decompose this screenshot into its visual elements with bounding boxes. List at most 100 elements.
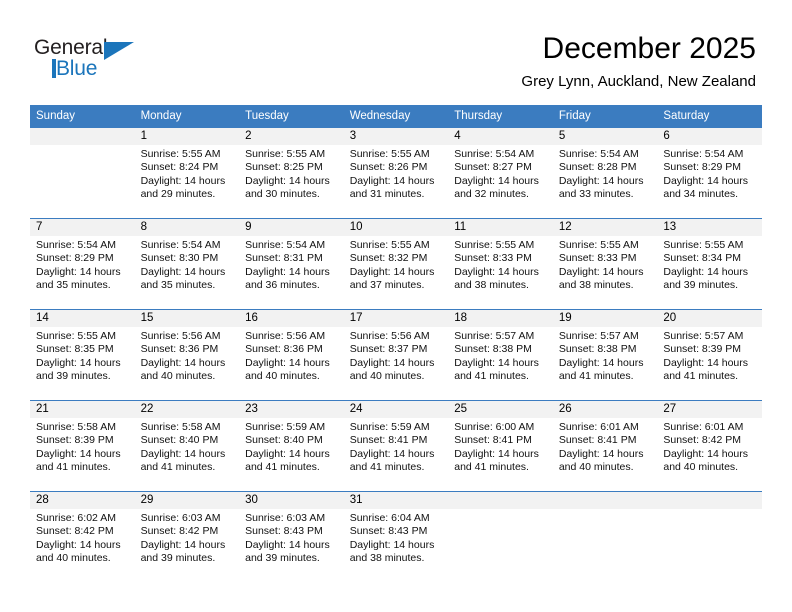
title-block: December 2025 Grey Lynn, Auckland, New Z… bbox=[521, 30, 756, 92]
week-row: 1 Sunrise: 5:55 AM Sunset: 8:24 PM Dayli… bbox=[30, 127, 762, 219]
day-info: Sunrise: 6:03 AM Sunset: 8:42 PM Dayligh… bbox=[135, 509, 240, 566]
day-number: 5 bbox=[552, 128, 658, 145]
weekday-header-friday: Friday bbox=[552, 105, 658, 128]
sunrise-text: Sunrise: 6:02 AM bbox=[36, 512, 116, 524]
day-cell[interactable]: 28 Sunrise: 6:02 AM Sunset: 8:42 PM Dayl… bbox=[30, 491, 135, 582]
week-row: 28 Sunrise: 6:02 AM Sunset: 8:42 PM Dayl… bbox=[30, 491, 762, 582]
weekday-header-row: Sunday Monday Tuesday Wednesday Thursday… bbox=[30, 105, 762, 128]
sunset-text: Sunset: 8:37 PM bbox=[349, 343, 428, 356]
sunset-text: Sunset: 8:42 PM bbox=[663, 434, 742, 447]
day-cell[interactable]: 1 Sunrise: 5:55 AM Sunset: 8:24 PM Dayli… bbox=[134, 127, 240, 219]
sunset-text: Sunset: 8:42 PM bbox=[36, 525, 114, 538]
daylight-text-line1: Daylight: 14 hours bbox=[558, 174, 644, 187]
triangle-logo-icon bbox=[104, 42, 134, 60]
day-cell[interactable]: 13 Sunrise: 5:55 AM Sunset: 8:34 PM Dayl… bbox=[657, 218, 762, 310]
day-number: 17 bbox=[343, 310, 449, 327]
day-info: Sunrise: 5:56 AM Sunset: 8:37 PM Dayligh… bbox=[344, 327, 449, 384]
day-cell[interactable]: 25 Sunrise: 6:00 AM Sunset: 8:41 PM Dayl… bbox=[448, 400, 553, 492]
sunset-text: Sunset: 8:33 PM bbox=[454, 252, 532, 265]
day-info: Sunrise: 5:57 AM Sunset: 8:38 PM Dayligh… bbox=[448, 327, 553, 384]
daylight-text-line2: and 41 minutes. bbox=[36, 461, 111, 474]
day-cell[interactable]: 18 Sunrise: 5:57 AM Sunset: 8:38 PM Dayl… bbox=[448, 309, 553, 401]
day-cell[interactable]: 9 Sunrise: 5:54 AM Sunset: 8:31 PM Dayli… bbox=[239, 218, 344, 310]
day-cell[interactable]: 4 Sunrise: 5:54 AM Sunset: 8:27 PM Dayli… bbox=[448, 127, 553, 219]
day-cell[interactable]: 27 Sunrise: 6:01 AM Sunset: 8:42 PM Dayl… bbox=[657, 400, 762, 492]
daylight-text-line2: and 38 minutes. bbox=[558, 279, 634, 292]
sunrise-text: Sunrise: 5:56 AM bbox=[245, 330, 326, 342]
day-number: 24 bbox=[343, 401, 449, 418]
day-number: 6 bbox=[657, 128, 762, 145]
day-cell[interactable]: 10 Sunrise: 5:55 AM Sunset: 8:32 PM Dayl… bbox=[343, 218, 449, 310]
day-number: 18 bbox=[448, 310, 553, 327]
day-number: 22 bbox=[134, 401, 240, 418]
day-number: 14 bbox=[30, 310, 135, 327]
day-number: 28 bbox=[30, 492, 135, 509]
sunset-text: Sunset: 8:27 PM bbox=[454, 161, 532, 174]
day-cell[interactable]: 5 Sunrise: 5:54 AM Sunset: 8:28 PM Dayli… bbox=[552, 127, 658, 219]
sunset-text: Sunset: 8:40 PM bbox=[140, 434, 219, 447]
day-cell[interactable]: 20 Sunrise: 5:57 AM Sunset: 8:39 PM Dayl… bbox=[657, 309, 762, 401]
daylight-text-line1: Daylight: 14 hours bbox=[245, 356, 330, 369]
day-info: Sunrise: 5:56 AM Sunset: 8:36 PM Dayligh… bbox=[135, 327, 240, 384]
day-cell bbox=[30, 127, 135, 219]
sunset-text: Sunset: 8:42 PM bbox=[140, 525, 219, 538]
sunrise-text: Sunrise: 5:55 AM bbox=[36, 330, 116, 342]
sunset-text: Sunset: 8:41 PM bbox=[454, 434, 532, 447]
daylight-text-line1: Daylight: 14 hours bbox=[454, 356, 539, 369]
day-cell[interactable]: 23 Sunrise: 5:59 AM Sunset: 8:40 PM Dayl… bbox=[239, 400, 344, 492]
day-info: Sunrise: 6:00 AM Sunset: 8:41 PM Dayligh… bbox=[448, 418, 553, 475]
day-cell[interactable]: 12 Sunrise: 5:55 AM Sunset: 8:33 PM Dayl… bbox=[552, 218, 658, 310]
day-number: 3 bbox=[343, 128, 449, 145]
day-number: 15 bbox=[134, 310, 240, 327]
day-number: 7 bbox=[30, 219, 135, 236]
day-info: Sunrise: 5:55 AM Sunset: 8:25 PM Dayligh… bbox=[239, 145, 344, 202]
daylight-text-line2: and 40 minutes. bbox=[663, 461, 739, 474]
daylight-text-line2: and 41 minutes. bbox=[245, 461, 320, 474]
day-info: Sunrise: 5:55 AM Sunset: 8:33 PM Dayligh… bbox=[448, 236, 553, 293]
day-cell[interactable]: 31 Sunrise: 6:04 AM Sunset: 8:43 PM Dayl… bbox=[343, 491, 449, 582]
daylight-text-line2: and 40 minutes. bbox=[349, 370, 425, 383]
sunset-text: Sunset: 8:32 PM bbox=[349, 252, 428, 265]
day-info: Sunrise: 5:54 AM Sunset: 8:29 PM Dayligh… bbox=[657, 145, 762, 202]
day-cell[interactable]: 2 Sunrise: 5:55 AM Sunset: 8:25 PM Dayli… bbox=[239, 127, 344, 219]
day-cell[interactable]: 16 Sunrise: 5:56 AM Sunset: 8:36 PM Dayl… bbox=[239, 309, 344, 401]
day-cell[interactable]: 30 Sunrise: 6:03 AM Sunset: 8:43 PM Dayl… bbox=[239, 491, 344, 582]
day-info: Sunrise: 6:01 AM Sunset: 8:41 PM Dayligh… bbox=[553, 418, 658, 475]
day-cell[interactable]: 19 Sunrise: 5:57 AM Sunset: 8:38 PM Dayl… bbox=[552, 309, 658, 401]
day-cell[interactable]: 7 Sunrise: 5:54 AM Sunset: 8:29 PM Dayli… bbox=[30, 218, 135, 310]
day-info: Sunrise: 5:54 AM Sunset: 8:28 PM Dayligh… bbox=[553, 145, 658, 202]
sunrise-text: Sunrise: 5:55 AM bbox=[663, 239, 744, 251]
day-number: 31 bbox=[343, 492, 449, 509]
daylight-text-line2: and 34 minutes. bbox=[663, 188, 739, 201]
day-info: Sunrise: 5:54 AM Sunset: 8:27 PM Dayligh… bbox=[448, 145, 553, 202]
day-cell[interactable]: 17 Sunrise: 5:56 AM Sunset: 8:37 PM Dayl… bbox=[343, 309, 449, 401]
day-cell[interactable]: 15 Sunrise: 5:56 AM Sunset: 8:36 PM Dayl… bbox=[134, 309, 240, 401]
sunrise-text: Sunrise: 5:55 AM bbox=[140, 148, 221, 160]
day-cell[interactable]: 14 Sunrise: 5:55 AM Sunset: 8:35 PM Dayl… bbox=[30, 309, 135, 401]
sunrise-text: Sunrise: 5:55 AM bbox=[349, 148, 430, 160]
day-cell[interactable]: 11 Sunrise: 5:55 AM Sunset: 8:33 PM Dayl… bbox=[448, 218, 553, 310]
daylight-text-line2: and 31 minutes. bbox=[349, 188, 425, 201]
day-number: 20 bbox=[657, 310, 762, 327]
sunrise-text: Sunrise: 5:55 AM bbox=[349, 239, 430, 251]
day-cell[interactable]: 24 Sunrise: 5:59 AM Sunset: 8:41 PM Dayl… bbox=[343, 400, 449, 492]
day-number: 21 bbox=[30, 401, 135, 418]
calendar-page: General Blue December 2025 Grey Lynn, Au… bbox=[0, 0, 792, 612]
day-cell[interactable]: 21 Sunrise: 5:58 AM Sunset: 8:39 PM Dayl… bbox=[30, 400, 135, 492]
day-info: Sunrise: 5:59 AM Sunset: 8:41 PM Dayligh… bbox=[344, 418, 449, 475]
day-number: 26 bbox=[552, 401, 658, 418]
day-cell[interactable]: 26 Sunrise: 6:01 AM Sunset: 8:41 PM Dayl… bbox=[552, 400, 658, 492]
page-subtitle: Grey Lynn, Auckland, New Zealand bbox=[521, 73, 756, 90]
day-cell[interactable]: 3 Sunrise: 5:55 AM Sunset: 8:26 PM Dayli… bbox=[343, 127, 449, 219]
day-number: 11 bbox=[448, 219, 553, 236]
daylight-text-line2: and 41 minutes. bbox=[454, 461, 529, 474]
sunrise-text: Sunrise: 5:54 AM bbox=[245, 239, 326, 251]
day-number: 19 bbox=[552, 310, 658, 327]
day-cell[interactable]: 8 Sunrise: 5:54 AM Sunset: 8:30 PM Dayli… bbox=[134, 218, 240, 310]
day-number: 16 bbox=[239, 310, 344, 327]
day-cell[interactable]: 6 Sunrise: 5:54 AM Sunset: 8:29 PM Dayli… bbox=[657, 127, 762, 219]
daylight-text-line1: Daylight: 14 hours bbox=[349, 265, 435, 278]
daylight-text-line1: Daylight: 14 hours bbox=[558, 447, 644, 460]
day-cell[interactable]: 22 Sunrise: 5:58 AM Sunset: 8:40 PM Dayl… bbox=[134, 400, 240, 492]
day-cell[interactable]: 29 Sunrise: 6:03 AM Sunset: 8:42 PM Dayl… bbox=[134, 491, 240, 582]
